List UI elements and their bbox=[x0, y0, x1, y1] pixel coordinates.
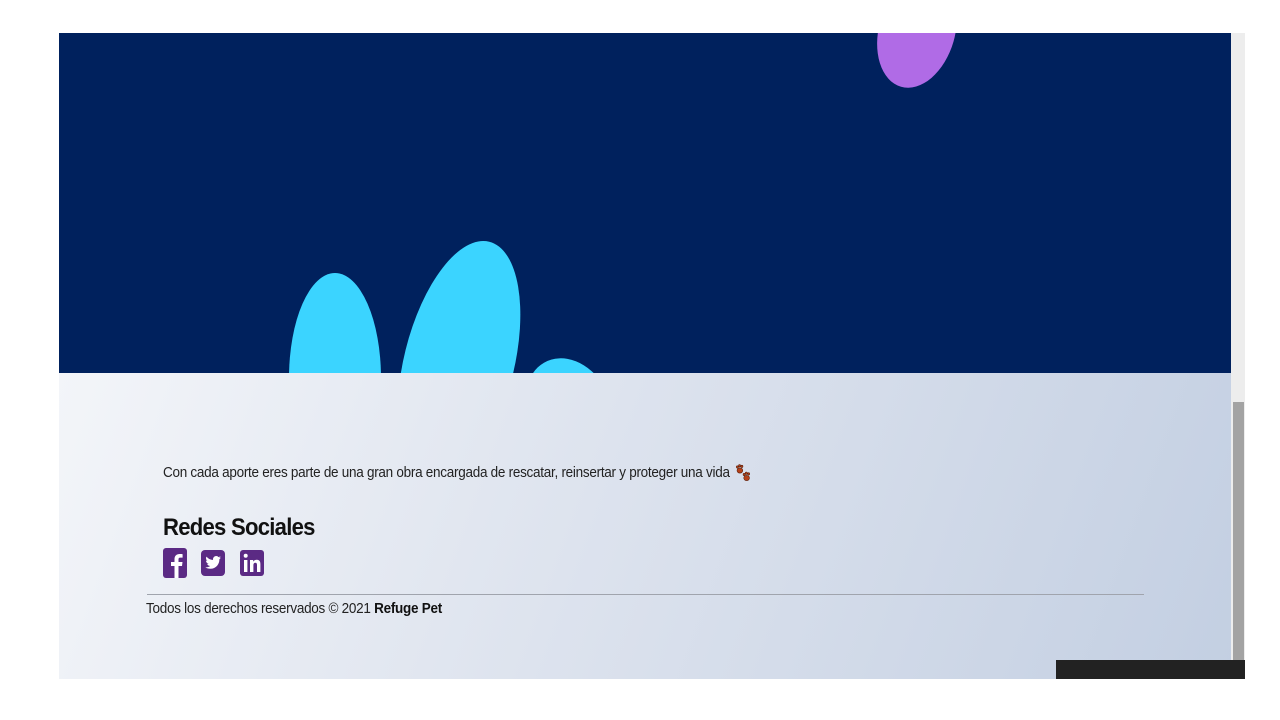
tagline-text: Con cada aporte eres parte de una gran o… bbox=[163, 464, 730, 481]
social-section-title: Redes Sociales bbox=[163, 514, 315, 541]
linkedin-icon[interactable] bbox=[239, 548, 264, 578]
decorative-purple-blob bbox=[864, 33, 970, 98]
copyright-notice: Todos los derechos reservados © 2021 Ref… bbox=[146, 600, 442, 617]
scrollbar-thumb[interactable] bbox=[1233, 402, 1244, 679]
copyright-text: Todos los derechos reservados © 2021 bbox=[146, 600, 371, 617]
social-icons-row bbox=[163, 548, 274, 580]
page-viewport: Con cada aporte eres parte de una gran o… bbox=[59, 33, 1231, 679]
footer-divider bbox=[147, 594, 1144, 595]
decorative-cyan-blob bbox=[375, 228, 543, 373]
twitter-icon[interactable] bbox=[201, 548, 226, 578]
hero-banner bbox=[59, 33, 1231, 373]
decorative-cyan-blob bbox=[509, 342, 629, 373]
paw-prints-icon bbox=[735, 464, 750, 481]
floating-dark-bar bbox=[1056, 660, 1245, 679]
facebook-icon[interactable] bbox=[163, 548, 187, 578]
decorative-cyan-blob bbox=[289, 273, 381, 373]
site-footer: Con cada aporte eres parte de una gran o… bbox=[59, 373, 1231, 679]
brand-name: Refuge Pet bbox=[374, 600, 442, 617]
footer-tagline: Con cada aporte eres parte de una gran o… bbox=[163, 464, 751, 482]
